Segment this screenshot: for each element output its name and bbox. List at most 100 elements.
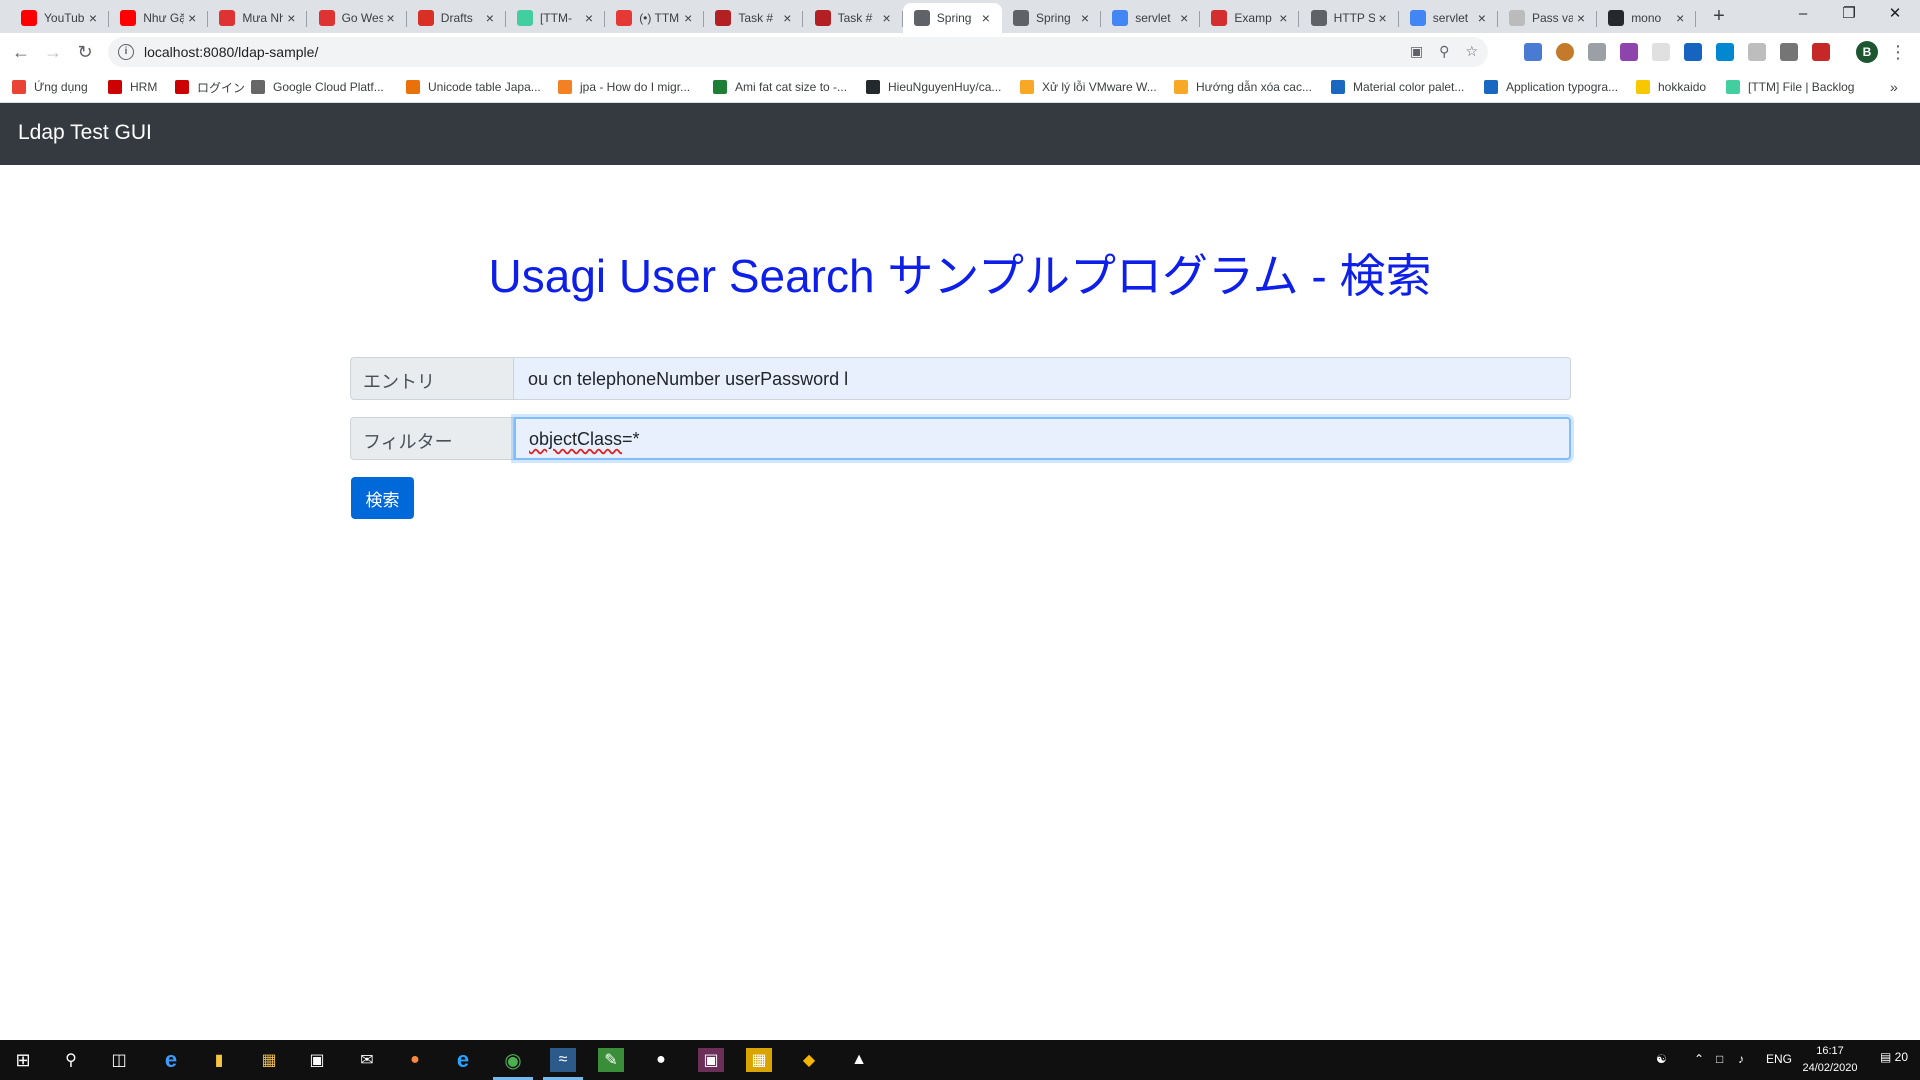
tab[interactable]: [TTM- × [506,3,605,33]
firefox-icon[interactable]: ● [402,1048,428,1072]
menu-icon[interactable]: ⋮ [1886,40,1910,64]
clock[interactable]: 16:17 24/02/2020 [1800,1043,1860,1077]
games-icon[interactable]: ▣ [698,1048,724,1072]
language-indicator[interactable]: ENG [1766,1052,1792,1066]
tab[interactable]: Spring × [902,3,1002,33]
tab-close-icon[interactable]: × [1672,10,1688,26]
photos-icon[interactable]: ▲ [846,1048,872,1072]
extension-pdf-icon[interactable] [1812,43,1830,61]
bookmark-item[interactable]: jpa - How do I migr... [558,78,690,96]
translate-icon[interactable]: ▣ [1410,43,1423,60]
tab-close-icon[interactable]: × [482,10,498,26]
tab-close-icon[interactable]: × [581,10,597,26]
address-bar[interactable]: i localhost:8080/ldap-sample/ ▣ ⚲ ☆ [108,37,1488,67]
extension-vuetify-icon[interactable] [1684,43,1702,61]
tab[interactable]: HTTP St× [1300,3,1399,33]
extension-gear-icon[interactable] [1556,43,1574,61]
file-explorer-icon[interactable]: ▮ [206,1048,232,1072]
more-bookmarks-icon[interactable]: » [1890,78,1898,96]
tab[interactable]: Task # × [804,3,903,33]
app-brand[interactable]: Ldap Test GUI [18,121,152,145]
tab[interactable]: Drafts × [407,3,506,33]
windows-start-icon[interactable]: ⊞ [10,1048,36,1072]
new-tab-button[interactable]: + [1706,6,1732,28]
extension-box-icon[interactable] [1652,43,1670,61]
profile-avatar[interactable]: B [1856,41,1878,63]
tab[interactable]: YouTube× [10,3,109,33]
bookmark-item[interactable]: Xử lý lỗi VMware W... [1020,78,1157,96]
volume-icon[interactable]: ♪ [1738,1052,1744,1066]
tab-close-icon[interactable]: × [283,10,299,26]
bookmark-item[interactable]: HRM [108,78,157,96]
store-icon[interactable]: ▣ [304,1048,330,1072]
search-icon[interactable]: ⚲ [58,1048,84,1072]
extension-filter-icon[interactable] [1748,43,1766,61]
tray-expand-icon[interactable]: ⌃ [1694,1052,1704,1066]
chrome-icon[interactable]: ◉ [500,1048,526,1072]
extension-pen-icon[interactable] [1620,43,1638,61]
minimize-button[interactable]: – [1780,0,1826,30]
bookmark-item[interactable]: Ami fat cat size to -... [713,78,847,96]
tab-close-icon[interactable]: × [1275,10,1291,26]
tab[interactable]: Spring × [1002,3,1101,33]
bookmark-item[interactable]: Google Cloud Platf... [251,78,384,96]
notification-center-icon[interactable]: ▤ 20 [1880,1050,1908,1064]
tab[interactable]: Pass va × [1498,3,1597,33]
zoom-icon[interactable]: ⚲ [1439,43,1449,60]
forward-button[interactable]: → [41,40,65,64]
internet-explorer-icon[interactable]: e [450,1047,476,1072]
tab[interactable]: Go West× [308,3,407,33]
close-window-button[interactable]: ✕ [1872,0,1918,30]
edge-icon[interactable]: e [158,1047,184,1072]
tab[interactable]: Examp × [1200,3,1300,33]
extension-dropper-icon[interactable] [1780,43,1798,61]
bookmark-item[interactable]: hokkaido [1636,78,1706,96]
tab-close-icon[interactable]: × [1474,10,1490,26]
tab-close-icon[interactable]: × [85,10,101,26]
tab-close-icon[interactable]: × [184,10,200,26]
bookmark-item[interactable]: Hướng dẫn xóa cac... [1174,78,1312,96]
bookmark-star-icon[interactable]: ☆ [1465,43,1478,60]
tab[interactable]: mono × [1597,3,1697,33]
reload-button[interactable]: ↻ [73,40,97,64]
bookmark-item[interactable]: [TTM] File | Backlog [1726,78,1854,96]
task-view-icon[interactable]: ◫ [106,1048,132,1072]
tab-close-icon[interactable]: × [779,10,795,26]
bookmark-item[interactable]: Application typogra... [1484,78,1618,96]
bookmark-item[interactable]: Material color palet... [1331,78,1464,96]
bookmark-item[interactable]: ログイン [175,78,245,96]
notepad-icon[interactable]: ✎ [598,1048,624,1072]
back-button[interactable]: ← [9,40,33,64]
extension-calendar-icon[interactable] [1716,43,1734,61]
url-text[interactable]: localhost:8080/ldap-sample/ [144,44,318,60]
tab[interactable]: servlet × [1101,3,1201,33]
tab[interactable]: Như Gặp× [109,3,209,33]
search-button[interactable]: 検索 [351,477,414,519]
info-icon[interactable]: i [118,44,134,60]
mail-icon[interactable]: ✉ [354,1048,380,1072]
bookmark-item[interactable]: Ứng dụng [12,78,88,96]
ide-icon[interactable]: ≈ [550,1048,576,1072]
paint-icon[interactable]: ● [648,1048,674,1072]
bookmark-item[interactable]: Unicode table Japa... [406,78,541,96]
tab-close-icon[interactable]: × [1573,10,1589,26]
tab[interactable]: (•) TTM × [605,3,705,33]
tab-close-icon[interactable]: × [383,10,399,26]
tab[interactable]: Mưa Nhỏ× [208,3,308,33]
filter-input[interactable]: objectClass=* [514,417,1571,460]
extension-translate-icon[interactable] [1524,43,1542,61]
tab-close-icon[interactable]: × [1077,10,1093,26]
sticky-app-icon[interactable]: ▦ [746,1048,772,1072]
folder-tools-icon[interactable]: ▦ [256,1048,282,1072]
tab-close-icon[interactable]: × [978,10,994,26]
tab-close-icon[interactable]: × [1375,10,1391,26]
tab-close-icon[interactable]: × [680,10,696,26]
extension-camera-icon[interactable] [1588,43,1606,61]
sourcetree-icon[interactable]: ◆ [796,1048,822,1072]
entry-input[interactable]: ou cn telephoneNumber userPassword l [514,357,1571,400]
tab-close-icon[interactable]: × [879,10,895,26]
tab[interactable]: Task # × [704,3,804,33]
tab[interactable]: servlet × [1399,3,1498,33]
network-icon[interactable]: □ [1716,1052,1723,1066]
restore-button[interactable]: ❐ [1826,0,1872,30]
